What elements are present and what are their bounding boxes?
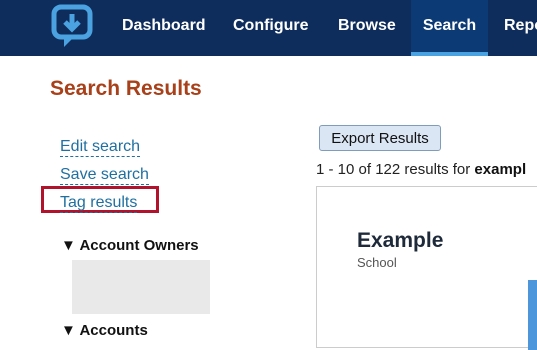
top-nav: Dashboard Configure Browse Search Repo [0,0,537,56]
edit-search-link[interactable]: Edit search [60,138,141,157]
search-query: exampl [474,161,527,178]
nav-reports[interactable]: Repo [504,0,537,56]
card-accent-bar [528,280,537,350]
nav-search[interactable]: Search [411,0,488,56]
result-title[interactable]: Example [357,229,443,253]
export-results-button[interactable]: Export Results [319,125,441,151]
page-title: Search Results [50,77,202,100]
app-logo-icon[interactable] [50,3,98,51]
result-subtitle: School [357,255,397,270]
tag-results-link[interactable]: Tag results [60,194,138,213]
facet-account-owners[interactable]: ▼ Account Owners [61,237,199,254]
nav-configure[interactable]: Configure [233,0,309,56]
facet-accounts[interactable]: ▼ Accounts [61,322,148,339]
result-summary: 1 - 10 of 122 results for exampl [316,161,526,178]
save-search-link[interactable]: Save search [60,166,149,185]
nav-browse[interactable]: Browse [338,0,396,56]
facet-placeholder [72,260,210,314]
nav-dashboard[interactable]: Dashboard [122,0,206,56]
result-count: 1 - 10 of 122 results for [316,161,475,178]
result-card[interactable]: Example School [316,186,537,350]
